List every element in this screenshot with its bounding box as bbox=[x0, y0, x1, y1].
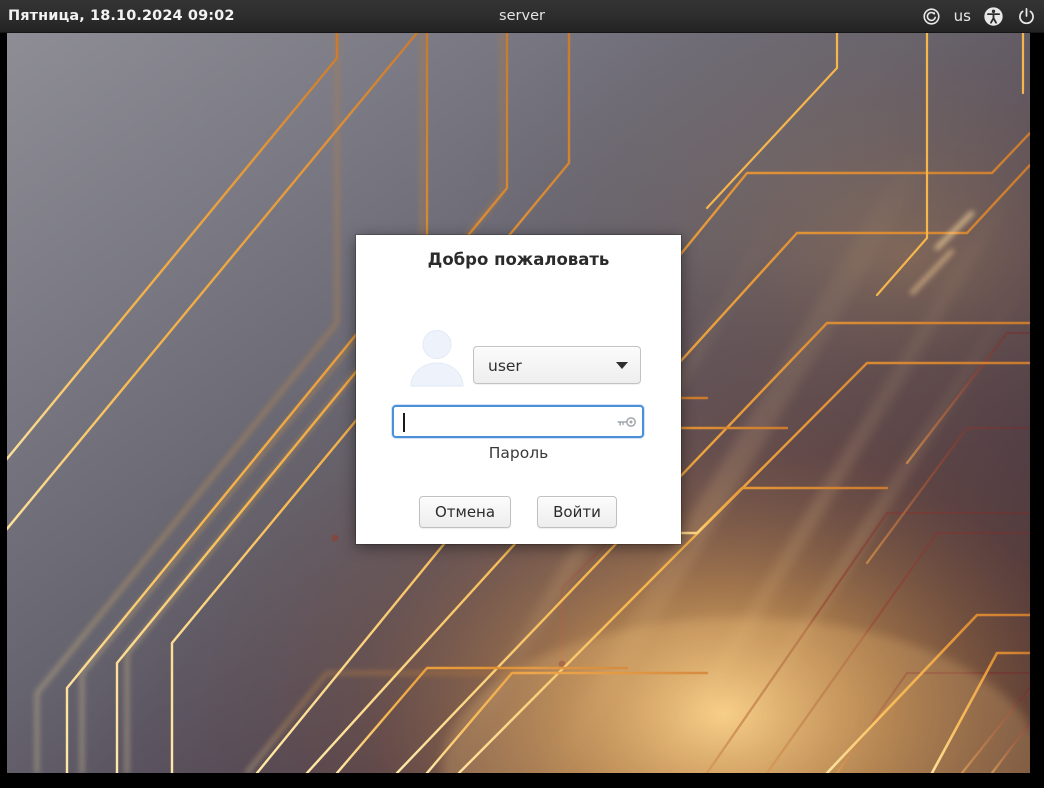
top-panel-indicators: us bbox=[920, 0, 1038, 33]
login-screen: Пятница, 18.10.2024 09:02 server us bbox=[0, 0, 1044, 788]
user-select[interactable]: user bbox=[473, 346, 641, 384]
clock-label: Пятница, 18.10.2024 09:02 bbox=[8, 0, 235, 33]
dialog-title: Добро пожаловать bbox=[356, 250, 681, 269]
password-input[interactable] bbox=[392, 405, 644, 438]
accessibility-icon[interactable] bbox=[981, 5, 1005, 29]
key-icon bbox=[616, 414, 636, 430]
text-caret bbox=[403, 413, 405, 432]
user-avatar-icon bbox=[406, 326, 468, 388]
cancel-button[interactable]: Отмена bbox=[419, 496, 511, 528]
login-dialog: Добро пожаловать user Пароль Отмена Войт… bbox=[356, 235, 681, 544]
login-button[interactable]: Войти bbox=[537, 496, 617, 528]
screen-reader-icon[interactable] bbox=[920, 5, 944, 29]
password-label: Пароль bbox=[356, 444, 681, 462]
user-select-value: user bbox=[488, 347, 522, 385]
top-panel: Пятница, 18.10.2024 09:02 server us bbox=[0, 0, 1044, 33]
chevron-down-icon bbox=[616, 362, 628, 369]
keyboard-layout-label[interactable]: us bbox=[953, 0, 972, 33]
power-icon[interactable] bbox=[1014, 5, 1038, 29]
